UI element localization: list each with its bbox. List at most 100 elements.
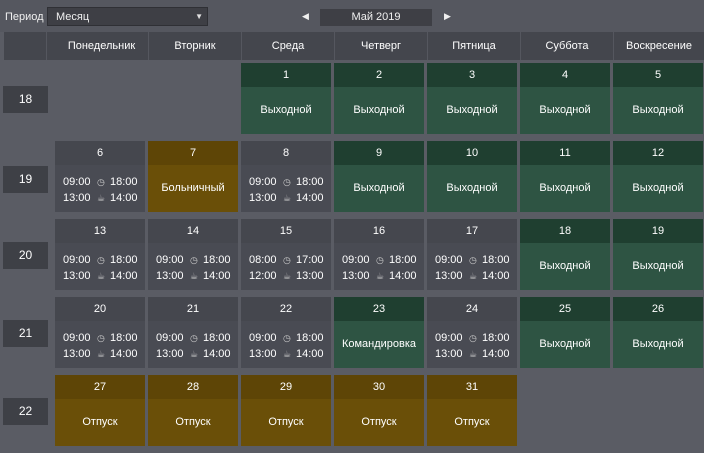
clock-icon: ◷ xyxy=(283,177,291,187)
work-hours-row: 09:00 ◷ 18:00 xyxy=(427,253,517,267)
day-number: 26 xyxy=(613,297,703,321)
day-number: 10 xyxy=(427,141,517,165)
day-body: Выходной xyxy=(241,87,331,134)
day-number: 9 xyxy=(334,141,424,165)
day-cell[interactable]: 27 Отпуск xyxy=(55,375,145,446)
day-number: 3 xyxy=(427,63,517,87)
work-start-time: 09:00 xyxy=(63,254,91,266)
work-hours-row: 09:00 ◷ 18:00 xyxy=(55,253,145,267)
coffee-cup-icon: ☕ xyxy=(469,349,478,359)
day-status: Отпуск xyxy=(361,416,397,428)
day-status: Отпуск xyxy=(454,416,490,428)
day-body: 09:00 ◷ 18:00 13:00 ☕ 14:00 xyxy=(427,243,517,290)
day-number: 1 xyxy=(241,63,331,87)
work-start-time: 09:00 xyxy=(342,254,370,266)
coffee-cup-icon: ☕ xyxy=(283,193,292,203)
day-status: Выходной xyxy=(260,104,312,116)
day-cell[interactable]: 17 09:00 ◷ 18:00 13:00 ☕ 14:00 xyxy=(427,219,517,290)
day-body: Выходной xyxy=(613,165,703,212)
break-start-time: 13:00 xyxy=(435,348,463,360)
break-start-time: 13:00 xyxy=(63,348,91,360)
day-cell[interactable]: 18 Выходной xyxy=(520,219,610,290)
day-body: Выходной xyxy=(520,165,610,212)
day-cell[interactable]: 29 Отпуск xyxy=(241,375,331,446)
work-hours-row: 09:00 ◷ 18:00 xyxy=(427,331,517,345)
work-start-time: 09:00 xyxy=(435,254,463,266)
break-start-time: 13:00 xyxy=(156,348,184,360)
day-cell[interactable]: 1 Выходной xyxy=(241,63,331,134)
break-hours-row: 13:00 ☕ 14:00 xyxy=(55,347,145,361)
day-cell[interactable]: 13 09:00 ◷ 18:00 13:00 ☕ 14:00 xyxy=(55,219,145,290)
day-status: Выходной xyxy=(539,182,591,194)
day-body: Выходной xyxy=(427,87,517,134)
day-body: Отпуск xyxy=(55,399,145,446)
day-status: Отпуск xyxy=(268,416,304,428)
day-number: 22 xyxy=(241,297,331,321)
day-number: 18 xyxy=(520,219,610,243)
day-cell[interactable]: 10 Выходной xyxy=(427,141,517,212)
day-cell[interactable]: 16 09:00 ◷ 18:00 13:00 ☕ 14:00 xyxy=(334,219,424,290)
day-body: Выходной xyxy=(520,243,610,290)
day-cell[interactable]: 25 Выходной xyxy=(520,297,610,368)
day-number: 24 xyxy=(427,297,517,321)
work-start-time: 09:00 xyxy=(249,332,277,344)
work-hours-row: 09:00 ◷ 18:00 xyxy=(241,175,331,189)
day-number: 29 xyxy=(241,375,331,399)
day-cell[interactable]: 2 Выходной xyxy=(334,63,424,134)
day-cell[interactable]: 4 Выходной xyxy=(520,63,610,134)
day-cell[interactable]: 22 09:00 ◷ 18:00 13:00 ☕ 14:00 xyxy=(241,297,331,368)
work-hours-row: 09:00 ◷ 18:00 xyxy=(55,331,145,345)
day-cell[interactable]: 28 Отпуск xyxy=(148,375,238,446)
day-body: 09:00 ◷ 18:00 13:00 ☕ 14:00 xyxy=(55,243,145,290)
day-cell[interactable]: 7 Больничный xyxy=(148,141,238,212)
day-number: 27 xyxy=(55,375,145,399)
break-start-time: 13:00 xyxy=(249,348,277,360)
day-cell[interactable]: 15 08:00 ◷ 17:00 12:00 ☕ 13:00 xyxy=(241,219,331,290)
day-number: 7 xyxy=(148,141,238,165)
break-end-time: 13:00 xyxy=(296,270,324,282)
break-end-time: 14:00 xyxy=(389,270,417,282)
clock-icon: ◷ xyxy=(283,255,291,265)
period-select[interactable]: Месяц ▼ xyxy=(47,7,208,26)
day-cell[interactable]: 12 Выходной xyxy=(613,141,703,212)
day-number: 15 xyxy=(241,219,331,243)
day-cell[interactable]: 19 Выходной xyxy=(613,219,703,290)
day-cell[interactable]: 24 09:00 ◷ 18:00 13:00 ☕ 14:00 xyxy=(427,297,517,368)
work-hours-row: 08:00 ◷ 17:00 xyxy=(241,253,331,267)
day-cell[interactable]: 8 09:00 ◷ 18:00 13:00 ☕ 14:00 xyxy=(241,141,331,212)
day-body: 09:00 ◷ 18:00 13:00 ☕ 14:00 xyxy=(334,243,424,290)
day-cell[interactable]: 3 Выходной xyxy=(427,63,517,134)
coffee-cup-icon: ☕ xyxy=(469,271,478,281)
break-hours-row: 13:00 ☕ 14:00 xyxy=(148,269,238,283)
day-number: 23 xyxy=(334,297,424,321)
break-end-time: 14:00 xyxy=(482,270,510,282)
day-number: 21 xyxy=(148,297,238,321)
prev-month-button[interactable]: ◀ xyxy=(302,11,309,22)
day-status: Выходной xyxy=(446,104,498,116)
day-body: 09:00 ◷ 18:00 13:00 ☕ 14:00 xyxy=(55,165,145,212)
day-cell[interactable]: 5 Выходной xyxy=(613,63,703,134)
day-body: Выходной xyxy=(334,87,424,134)
day-cell[interactable]: 11 Выходной xyxy=(520,141,610,212)
break-start-time: 13:00 xyxy=(63,192,91,204)
day-number: 4 xyxy=(520,63,610,87)
chevron-down-icon: ▼ xyxy=(195,12,203,21)
day-number: 13 xyxy=(55,219,145,243)
day-cell[interactable]: 20 09:00 ◷ 18:00 13:00 ☕ 14:00 xyxy=(55,297,145,368)
weekday-header: Понедельник xyxy=(46,32,156,60)
day-cell[interactable]: 23 Командировка xyxy=(334,297,424,368)
next-month-button[interactable]: ▶ xyxy=(444,11,451,22)
day-number: 20 xyxy=(55,297,145,321)
day-cell[interactable]: 30 Отпуск xyxy=(334,375,424,446)
break-end-time: 14:00 xyxy=(296,348,324,360)
day-cell[interactable]: 31 Отпуск xyxy=(427,375,517,446)
day-cell[interactable]: 14 09:00 ◷ 18:00 13:00 ☕ 14:00 xyxy=(148,219,238,290)
day-body: 09:00 ◷ 18:00 13:00 ☕ 14:00 xyxy=(427,321,517,368)
work-hours-row: 09:00 ◷ 18:00 xyxy=(241,331,331,345)
day-cell[interactable]: 9 Выходной xyxy=(334,141,424,212)
day-cell[interactable]: 21 09:00 ◷ 18:00 13:00 ☕ 14:00 xyxy=(148,297,238,368)
day-status: Выходной xyxy=(632,338,684,350)
break-hours-row: 12:00 ☕ 13:00 xyxy=(241,269,331,283)
day-cell[interactable]: 26 Выходной xyxy=(613,297,703,368)
day-cell[interactable]: 6 09:00 ◷ 18:00 13:00 ☕ 14:00 xyxy=(55,141,145,212)
